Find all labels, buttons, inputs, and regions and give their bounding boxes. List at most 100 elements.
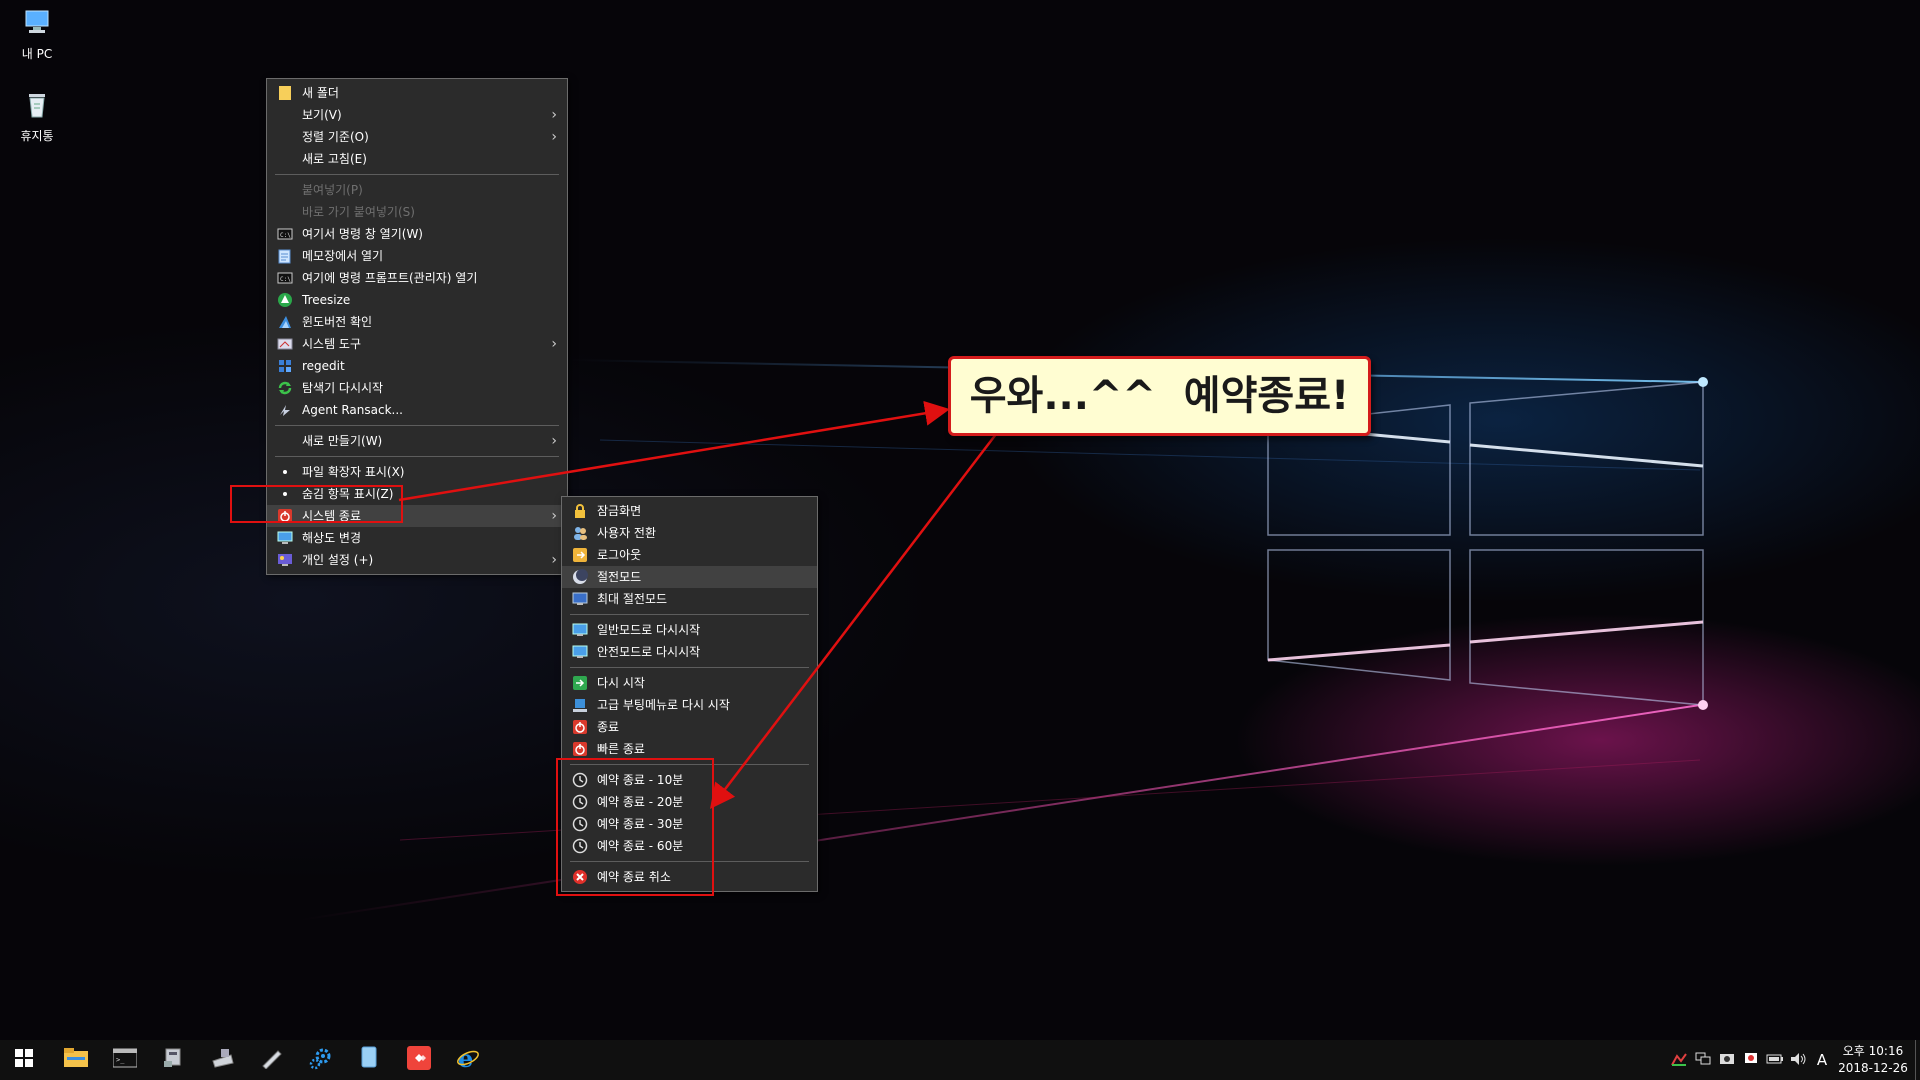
chevron-right-icon: › xyxy=(551,552,557,568)
menu-separator xyxy=(275,425,559,426)
hibernate-icon xyxy=(572,591,588,607)
menu-item-regedit[interactable]: regedit xyxy=(267,355,567,377)
annotation-box-scheduled xyxy=(556,758,714,896)
submenu-item-restart[interactable]: 다시 시작 xyxy=(562,672,817,694)
start-button[interactable] xyxy=(0,1040,48,1080)
menu-item-new[interactable]: 새로 만들기(W) › xyxy=(267,430,567,452)
menu-item-show-extensions[interactable]: 파일 확장자 표시(X) xyxy=(267,461,567,483)
taskbar-file-explorer[interactable] xyxy=(52,1040,100,1080)
chevron-right-icon: › xyxy=(551,107,557,123)
cmd-icon: C:\ xyxy=(277,226,293,242)
menu-separator xyxy=(570,667,809,668)
menu-item-agent-ransack[interactable]: Agent Ransack... xyxy=(267,399,567,421)
menu-item-refresh[interactable]: 새로 고침(E) xyxy=(267,148,567,170)
chevron-right-icon: › xyxy=(551,336,557,352)
tray-ime-indicator[interactable]: A xyxy=(1810,1040,1834,1080)
submenu-item-hibernate[interactable]: 최대 절전모드 xyxy=(562,588,817,610)
desktop-icon-recycle-bin[interactable]: 휴지통 xyxy=(5,90,69,144)
tray-volume[interactable] xyxy=(1788,1040,1810,1080)
menu-item-open-command-window[interactable]: C:\ 여기서 명령 창 열기(W) xyxy=(267,223,567,245)
restart-safe-icon xyxy=(572,644,588,660)
battery-icon xyxy=(1766,1053,1784,1068)
svg-text:C:\: C:\ xyxy=(280,232,291,239)
menu-item-winver[interactable]: 윈도버전 확인 xyxy=(267,311,567,333)
taskbar-document[interactable] xyxy=(346,1040,394,1080)
submenu-item-sleep[interactable]: 절전모드 xyxy=(562,566,817,588)
svg-text:>_: >_ xyxy=(116,1056,125,1064)
chevron-right-icon: › xyxy=(551,508,557,524)
monitor-icon xyxy=(277,530,293,546)
cmd-admin-icon: C:\ xyxy=(277,270,293,286)
internet-explorer-icon: e xyxy=(456,1044,480,1074)
submenu-item-advanced-boot[interactable]: 고급 부팅메뉴로 다시 시작 xyxy=(562,694,817,716)
menu-item-view[interactable]: 보기(V) › xyxy=(267,104,567,126)
winver-icon xyxy=(277,314,293,330)
advanced-boot-icon xyxy=(572,697,588,713)
regedit-icon xyxy=(277,358,293,374)
command-prompt-icon: >_ xyxy=(112,1048,138,1072)
menu-separator xyxy=(275,456,559,457)
tray-device[interactable] xyxy=(1716,1040,1738,1080)
tray-network[interactable] xyxy=(1692,1040,1714,1080)
taskbar-settings[interactable] xyxy=(297,1040,345,1080)
taskbar-command-prompt[interactable]: >_ xyxy=(101,1040,149,1080)
restart-icon xyxy=(572,675,588,691)
document-icon xyxy=(360,1046,380,1074)
menu-separator xyxy=(275,174,559,175)
scanner-icon xyxy=(211,1047,235,1073)
menu-item-treesize[interactable]: Treesize xyxy=(267,289,567,311)
treesize-icon xyxy=(277,292,293,308)
taskbar-scanner-tool[interactable] xyxy=(199,1040,247,1080)
submenu-item-fast-shutdown[interactable]: 빠른 종료 xyxy=(562,738,817,760)
submenu-item-switch-user[interactable]: 사용자 전환 xyxy=(562,522,817,544)
switch-user-icon xyxy=(572,525,588,541)
submenu-item-restart-normal[interactable]: 일반모드로 다시시작 xyxy=(562,619,817,641)
submenu-item-shutdown[interactable]: 종료 xyxy=(562,716,817,738)
taskbar-clock[interactable]: 오후 10:16 2018-12-26 xyxy=(1838,1043,1908,1077)
menu-item-open-in-notepad[interactable]: 메모장에서 열기 xyxy=(267,245,567,267)
tray-app-icon[interactable] xyxy=(1668,1040,1690,1080)
menu-item-open-admin-prompt[interactable]: C:\ 여기에 명령 프롬프트(관리자) 열기 xyxy=(267,267,567,289)
taskbar-pen-tool[interactable] xyxy=(248,1040,296,1080)
tray-battery[interactable] xyxy=(1764,1040,1786,1080)
desktop-icon-this-pc[interactable]: 내 PC xyxy=(5,8,69,62)
file-explorer-icon xyxy=(64,1048,88,1072)
sleep-icon xyxy=(572,569,588,585)
clock-time: 오후 10:16 xyxy=(1842,1044,1904,1058)
computer-icon xyxy=(5,8,69,41)
menu-item-system-tools[interactable]: 시스템 도구 › xyxy=(267,333,567,355)
anydesk-icon xyxy=(407,1046,431,1074)
fast-shutdown-icon xyxy=(572,741,588,757)
chevron-right-icon: › xyxy=(551,433,557,449)
network-icon xyxy=(162,1047,186,1073)
submenu-item-logout[interactable]: 로그아웃 xyxy=(562,544,817,566)
menu-item-paste: 붙여넣기(P) xyxy=(302,183,363,197)
flag-tray-icon xyxy=(1743,1052,1759,1069)
menu-separator xyxy=(570,614,809,615)
taskbar-network-tool[interactable] xyxy=(150,1040,198,1080)
menu-item-personalize[interactable]: 개인 설정 (+) › xyxy=(267,549,567,571)
settings-gear-icon xyxy=(309,1046,333,1074)
recycle-bin-icon xyxy=(5,90,69,123)
restart-normal-icon xyxy=(572,622,588,638)
taskbar-internet-explorer[interactable]: e xyxy=(444,1040,492,1080)
clock-date: 2018-12-26 xyxy=(1838,1061,1908,1075)
desktop-icon-label: 휴지통 xyxy=(20,129,54,143)
tray-flag[interactable] xyxy=(1740,1040,1762,1080)
chevron-right-icon: › xyxy=(551,129,557,145)
annotation-box-shutdown xyxy=(230,485,403,523)
notepad-icon xyxy=(277,248,293,264)
menu-item-restart-explorer[interactable]: 탐색기 다시시작 xyxy=(267,377,567,399)
folder-icon xyxy=(277,85,293,101)
svg-text:C:\: C:\ xyxy=(280,276,291,283)
taskbar-anydesk[interactable] xyxy=(395,1040,443,1080)
menu-item-change-resolution[interactable]: 해상도 변경 xyxy=(267,527,567,549)
menu-item-new-folder[interactable]: 새 폴더 xyxy=(267,82,567,104)
menu-item-paste-shortcut: 바로 가기 붙여넣기(S) xyxy=(302,205,415,219)
show-desktop-button[interactable] xyxy=(1915,1040,1920,1080)
submenu-item-lock-screen[interactable]: 잠금화면 xyxy=(562,500,817,522)
annotation-callout: 우와...^^ 예약종료! xyxy=(948,356,1371,436)
submenu-item-restart-safe[interactable]: 안전모드로 다시시작 xyxy=(562,641,817,663)
network-tray-icon xyxy=(1695,1052,1711,1069)
menu-item-sort-by[interactable]: 정렬 기준(O) › xyxy=(267,126,567,148)
